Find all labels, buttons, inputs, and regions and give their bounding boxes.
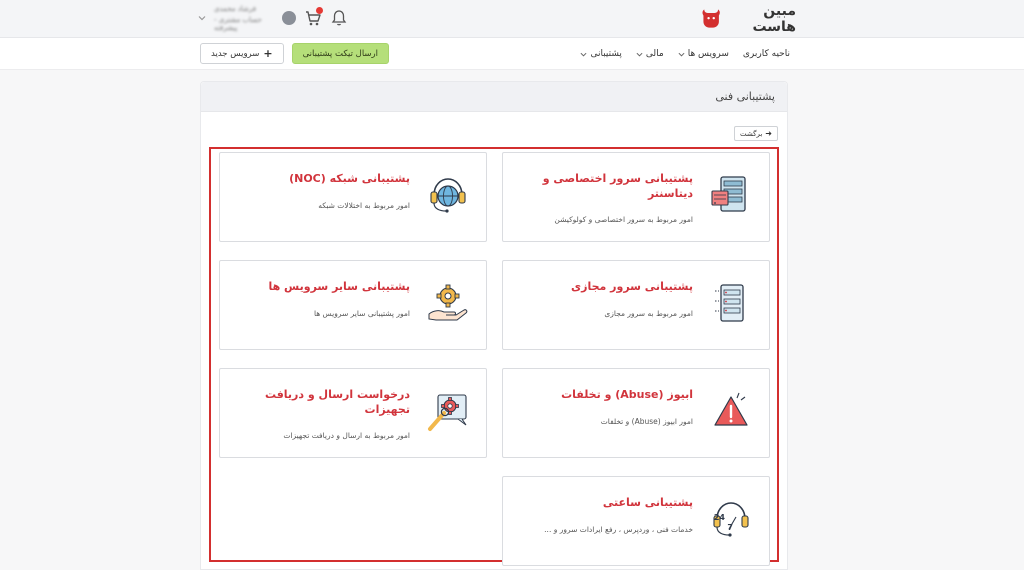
card-desc: امور مربوط به سرور مجازی bbox=[604, 309, 693, 318]
bull-logo-icon bbox=[702, 9, 720, 28]
notifications-button[interactable] bbox=[330, 9, 348, 27]
card-desc: امور مربوط به سرور اختصاصی و کولوکیشن bbox=[554, 215, 693, 224]
card-title: پشتیبانی ساعتی bbox=[602, 496, 693, 509]
card-desc: امور ابیوز (Abuse) و تخلفات bbox=[600, 417, 693, 426]
card-abuse[interactable]: ابیوز (Abuse) و تخلفات امور ابیوز (Abuse… bbox=[502, 368, 770, 458]
user-subtitle: حساب مشتری - پیشرفته bbox=[214, 15, 262, 32]
panel-header: پشتیبانی فنی bbox=[201, 82, 787, 112]
virtual-server-icon bbox=[715, 284, 744, 322]
top-bar: مبین هاست فرشاد محمدی حساب مشتری - پیشرف… bbox=[0, 0, 1024, 38]
user-info[interactable]: فرشاد محمدی حساب مشتری - پیشرفته bbox=[214, 4, 274, 32]
card-vps[interactable]: پشتیبانی سرور مجازی امور مربوط به سرور م… bbox=[502, 260, 770, 350]
bell-icon bbox=[331, 10, 347, 26]
card-desc: امور مربوط به اختلالات شبکه bbox=[318, 201, 410, 210]
logo-text: مبین هاست bbox=[752, 3, 796, 35]
gear-wrench-icon bbox=[428, 394, 467, 431]
gear-hand-icon bbox=[428, 284, 468, 321]
send-ticket-label: ارسال تیکت پشتیبانی bbox=[302, 48, 379, 59]
nav-item-support[interactable]: پشتیبانی bbox=[580, 49, 622, 59]
nav-bar: ناحیه کاربری سرویس ها مالی پشتیبانی + سر… bbox=[0, 38, 1024, 70]
cart-badge bbox=[316, 7, 323, 14]
card-title: پشتیبانی شبکه (NOC) bbox=[289, 172, 410, 185]
card-title: پشتیبانی سایر سرویس ها bbox=[268, 280, 410, 293]
logo[interactable]: مبین هاست bbox=[700, 3, 796, 35]
card-desc: امور پشتیبانی سایر سرویس ها bbox=[313, 309, 410, 318]
user-name: فرشاد محمدی bbox=[214, 4, 257, 13]
nav-item-label: پشتیبانی bbox=[590, 49, 622, 59]
svg-text:24: 24 bbox=[714, 513, 726, 522]
avatar[interactable] bbox=[282, 11, 296, 25]
card-title: درخواست ارسال و دریافت تجهیزات bbox=[264, 388, 410, 416]
support-panel: پشتیبانی فنی ➜ برگشت پشتیبانی سرور اختصا… bbox=[200, 81, 788, 570]
svg-text:7: 7 bbox=[727, 523, 733, 532]
send-ticket-button[interactable]: ارسال تیکت پشتیبانی bbox=[291, 43, 390, 64]
page-title: پشتیبانی فنی bbox=[715, 90, 775, 103]
new-service-label: سرویس جدید bbox=[211, 48, 260, 59]
nav-item-services[interactable]: سرویس ها bbox=[678, 49, 729, 59]
globe-headset-icon bbox=[430, 178, 466, 213]
card-equipment[interactable]: درخواست ارسال و دریافت تجهیزات امور مربو… bbox=[219, 368, 487, 458]
card-other-services[interactable]: پشتیبانی سایر سرویس ها امور پشتیبانی سای… bbox=[219, 260, 487, 350]
back-label: برگشت bbox=[740, 129, 763, 138]
plus-icon: + bbox=[263, 47, 273, 60]
main-nav: ناحیه کاربری سرویس ها مالی پشتیبانی bbox=[580, 38, 790, 70]
server-rack-icon bbox=[711, 176, 746, 212]
new-service-button[interactable]: + سرویس جدید bbox=[200, 43, 284, 64]
card-network-noc[interactable]: پشتیبانی شبکه (NOC) امور مربوط به اختلال… bbox=[219, 152, 487, 242]
back-button[interactable]: ➜ برگشت bbox=[734, 126, 778, 141]
card-title: پشتیبانی سرور اختصاصی و دیتاسنتر bbox=[542, 172, 693, 200]
card-dedicated-server[interactable]: پشتیبانی سرور اختصاصی و دیتاسنتر امور مر… bbox=[502, 152, 770, 242]
chevron-down-icon bbox=[580, 52, 587, 57]
nav-actions: + سرویس جدید ارسال تیکت پشتیبانی bbox=[200, 43, 390, 65]
user-area: فرشاد محمدی حساب مشتری - پیشرفته bbox=[198, 4, 348, 32]
nav-item-dashboard[interactable]: ناحیه کاربری bbox=[743, 49, 790, 59]
nav-item-label: مالی bbox=[645, 49, 664, 59]
alert-bell-icon bbox=[714, 392, 748, 426]
chevron-down-icon[interactable] bbox=[198, 14, 206, 22]
card-title: ابیوز (Abuse) و تخلفات bbox=[561, 388, 693, 401]
chevron-down-icon bbox=[636, 52, 643, 57]
nav-item-label: سرویس ها bbox=[687, 49, 729, 59]
card-title: پشتیبانی سرور مجازی bbox=[571, 280, 693, 293]
cart-button[interactable] bbox=[304, 7, 323, 27]
support-247-icon: 24 7 bbox=[713, 502, 749, 537]
nav-item-label: ناحیه کاربری bbox=[742, 49, 790, 59]
chevron-down-icon bbox=[678, 52, 685, 57]
card-desc: خدمات فنی ، وردپرس ، رفع ایرادات سرور و … bbox=[544, 525, 693, 534]
arrow-right-icon: ➜ bbox=[765, 129, 772, 138]
nav-item-billing[interactable]: مالی bbox=[636, 49, 664, 59]
card-hourly-support[interactable]: 24 7 پشتیبانی ساعتی خدمات فنی ، وردپرس ،… bbox=[502, 476, 770, 566]
card-desc: امور مربوط به ارسال و دریافت تجهیزات bbox=[283, 431, 410, 440]
